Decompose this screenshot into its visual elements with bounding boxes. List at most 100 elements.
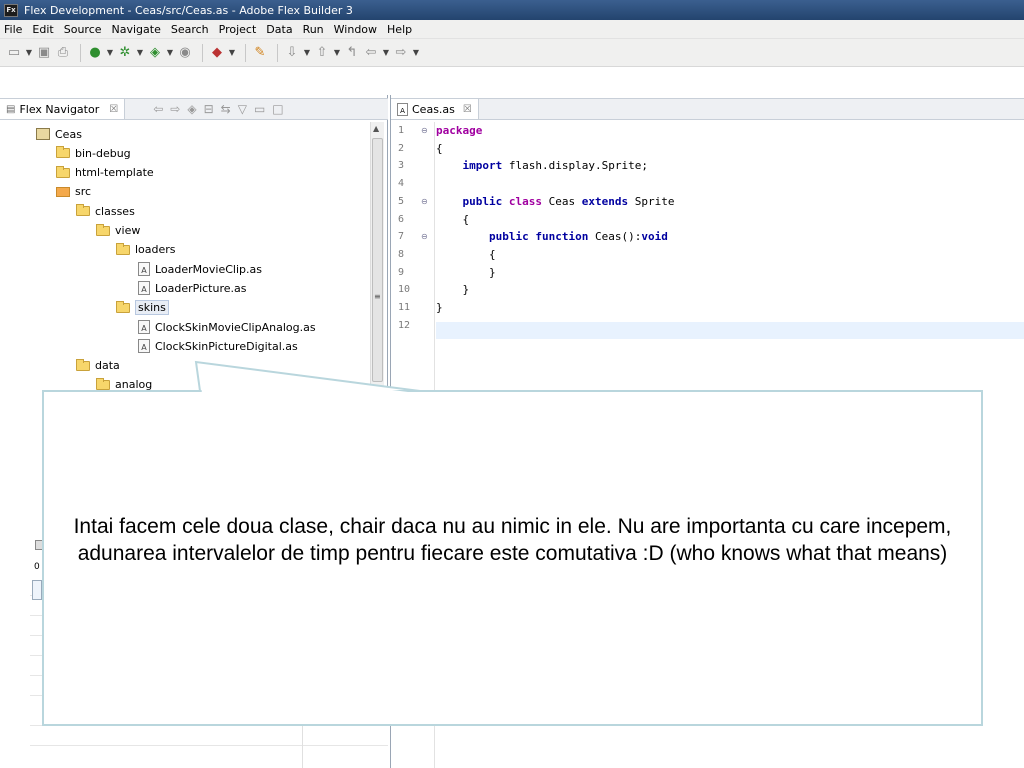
close-icon[interactable]: ☒ bbox=[463, 104, 472, 115]
actionscript-file-icon: A bbox=[138, 281, 150, 296]
menu-file[interactable]: File bbox=[4, 23, 22, 36]
tab-ceas-as[interactable]: A Ceas.as ☒ bbox=[391, 99, 479, 119]
tree-folder-item[interactable]: Ceas bbox=[36, 125, 82, 143]
profile-icon[interactable]: ◈ bbox=[147, 44, 163, 62]
maximize-icon[interactable]: □ bbox=[272, 102, 283, 116]
line-number: 6 bbox=[398, 213, 405, 225]
fold-toggle-icon[interactable]: ⊖ bbox=[421, 122, 428, 139]
close-icon[interactable]: ☒ bbox=[109, 104, 118, 115]
menu-run[interactable]: Run bbox=[303, 23, 324, 36]
actionscript-file-icon: A bbox=[138, 339, 150, 354]
tree-folder-item[interactable]: bin-debug bbox=[56, 144, 131, 162]
code-line[interactable]: } bbox=[436, 281, 469, 298]
folder-icon bbox=[56, 146, 70, 159]
tree-folder-item[interactable]: data bbox=[76, 357, 120, 375]
line-number: 12 bbox=[398, 319, 411, 331]
menu-help[interactable]: Help bbox=[387, 23, 412, 36]
callout-text: Intai facem cele doua clase, chair daca … bbox=[73, 515, 952, 565]
folder-icon bbox=[96, 377, 110, 390]
back-icon[interactable]: ⇦ bbox=[363, 44, 379, 62]
navigator-scrollbar[interactable]: ▲ ≡ bbox=[370, 122, 384, 392]
code-line[interactable]: { bbox=[436, 246, 496, 263]
tree-folder-item[interactable]: classes bbox=[76, 202, 135, 220]
menu-project[interactable]: Project bbox=[219, 23, 257, 36]
code-keyword: package bbox=[436, 124, 483, 137]
new-dropdown-icon[interactable]: ▼ bbox=[25, 44, 33, 62]
panel-value: 0 bbox=[34, 562, 40, 572]
tab-flex-navigator[interactable]: ▤ Flex Navigator ☒ bbox=[0, 99, 126, 119]
navigator-tools: ⇦ ⇨ ◈ ⊟ ⇆ ▽ ▭ □ bbox=[153, 102, 290, 116]
code-keyword: extends bbox=[581, 194, 629, 208]
tree-item-label: view bbox=[115, 224, 141, 237]
actionscript-file-icon: A bbox=[397, 102, 408, 116]
scroll-up-icon[interactable]: ▲ bbox=[373, 124, 379, 133]
folder-icon bbox=[56, 165, 70, 178]
scroll-grip-icon: ≡ bbox=[374, 292, 381, 301]
tree-folder-item[interactable]: view bbox=[96, 222, 140, 240]
up-icon[interactable]: ◈ bbox=[187, 102, 196, 116]
menu-search[interactable]: Search bbox=[171, 23, 209, 36]
new-icon[interactable]: ▭ bbox=[6, 44, 22, 62]
export-icon[interactable]: ◉ bbox=[177, 44, 193, 62]
print-icon[interactable]: ⎙ bbox=[55, 44, 71, 62]
tree-folder-item[interactable]: html-template bbox=[56, 164, 154, 182]
link-editor-icon[interactable]: ⇆ bbox=[221, 102, 231, 116]
code-line[interactable]: public class Ceas extends Sprite bbox=[436, 193, 675, 210]
tree-file-item[interactable]: A ClockSkinPictureDigital.as bbox=[138, 337, 298, 355]
panel-selection[interactable] bbox=[32, 580, 42, 600]
next-annotation-dropdown-icon[interactable]: ▼ bbox=[303, 44, 311, 62]
code-keyword: class bbox=[508, 194, 542, 208]
tree-folder-item[interactable]: skins bbox=[116, 299, 169, 317]
code-line[interactable]: public function Ceas(): void bbox=[436, 228, 668, 245]
prev-annotation-dropdown-icon[interactable]: ▼ bbox=[333, 44, 341, 62]
fold-toggle-icon[interactable]: ⊖ bbox=[421, 193, 428, 210]
code-line[interactable]: import flash.display.Sprite; bbox=[436, 157, 648, 174]
run-dropdown-icon[interactable]: ▼ bbox=[106, 44, 114, 62]
back-icon[interactable]: ⇦ bbox=[153, 102, 163, 116]
prev-annotation-icon[interactable]: ⇧ bbox=[314, 44, 330, 62]
pencil-icon[interactable]: ✎ bbox=[252, 44, 268, 62]
code-keyword: function bbox=[535, 230, 589, 244]
collapse-all-icon[interactable]: ⊟ bbox=[204, 102, 214, 116]
back-dropdown-icon[interactable]: ▼ bbox=[382, 44, 390, 62]
menu-data[interactable]: Data bbox=[266, 23, 292, 36]
code-line[interactable]: package bbox=[436, 122, 482, 139]
toolbar-separator bbox=[245, 43, 246, 62]
debug-dropdown-icon[interactable]: ▼ bbox=[136, 44, 144, 62]
save-icon[interactable]: ▣ bbox=[36, 44, 52, 62]
line-number: 2 bbox=[398, 142, 405, 154]
tree-file-item[interactable]: A LoaderPicture.as bbox=[138, 279, 246, 297]
tree-file-item[interactable]: A LoaderMovieClip.as bbox=[138, 260, 262, 278]
view-menu-icon[interactable]: ▽ bbox=[238, 102, 247, 116]
external-tools-dropdown-icon[interactable]: ▼ bbox=[228, 44, 236, 62]
code-text: Ceas(): bbox=[588, 230, 642, 244]
scroll-thumb[interactable] bbox=[372, 138, 383, 382]
code-line[interactable]: { bbox=[436, 140, 443, 157]
minimize-icon[interactable]: ▭ bbox=[254, 102, 265, 116]
forward-icon[interactable]: ⇨ bbox=[170, 102, 180, 116]
tree-folder-item[interactable]: src bbox=[56, 183, 91, 201]
run-icon[interactable]: ● bbox=[87, 44, 103, 62]
tree-item-label: data bbox=[95, 359, 120, 373]
fold-toggle-icon[interactable]: ⊖ bbox=[421, 228, 428, 245]
code-line[interactable]: } bbox=[436, 264, 496, 281]
menu-source[interactable]: Source bbox=[64, 23, 102, 36]
code-line[interactable]: { bbox=[436, 211, 469, 228]
tree-file-item[interactable]: A ClockSkinMovieClipAnalog.as bbox=[138, 318, 316, 336]
last-edit-icon[interactable]: ↰ bbox=[344, 44, 360, 62]
next-annotation-icon[interactable]: ⇩ bbox=[284, 44, 300, 62]
debug-icon[interactable]: ✲ bbox=[117, 44, 133, 62]
tree-folder-item[interactable]: loaders bbox=[116, 241, 176, 259]
menu-edit[interactable]: Edit bbox=[32, 23, 53, 36]
code-line[interactable]: } bbox=[436, 299, 443, 316]
code-text: { bbox=[436, 212, 470, 226]
forward-dropdown-icon[interactable]: ▼ bbox=[412, 44, 420, 62]
forward-icon[interactable]: ⇨ bbox=[393, 44, 409, 62]
external-tools-icon[interactable]: ◆ bbox=[209, 44, 225, 62]
profile-dropdown-icon[interactable]: ▼ bbox=[166, 44, 174, 62]
source-folder-icon bbox=[56, 186, 70, 197]
menu-window[interactable]: Window bbox=[334, 23, 377, 36]
menu-navigate[interactable]: Navigate bbox=[112, 23, 161, 36]
